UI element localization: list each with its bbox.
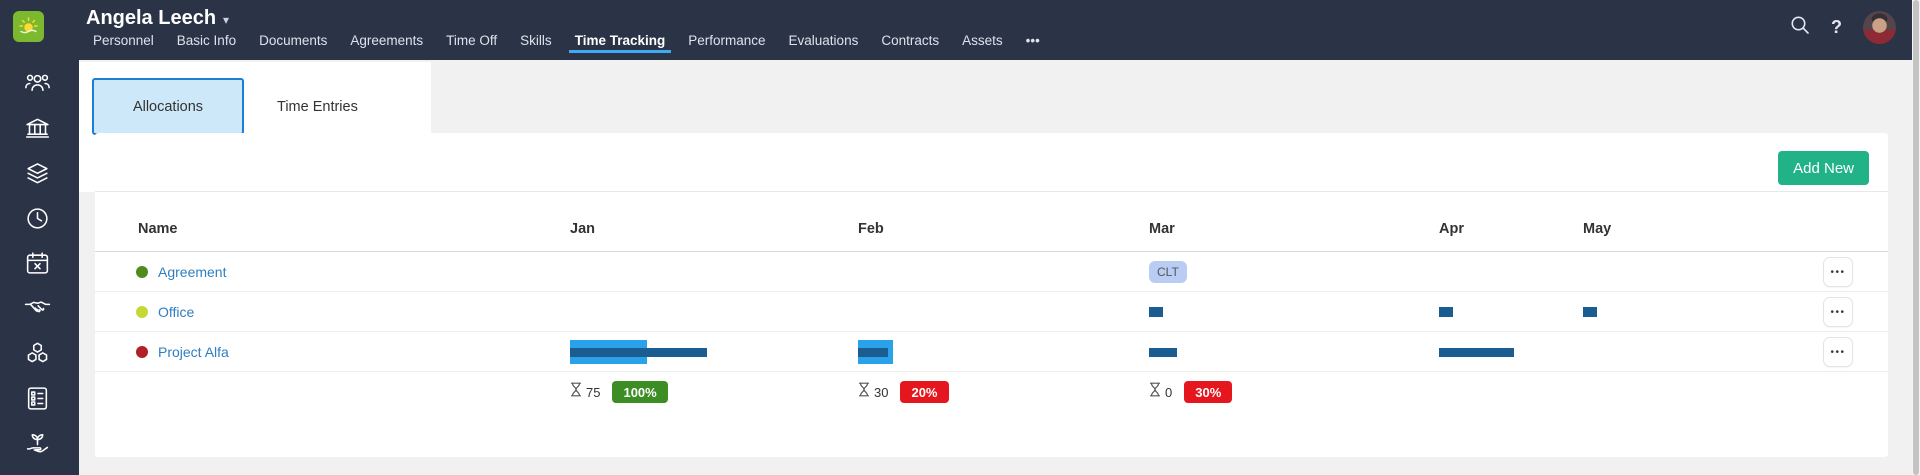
nav-item-assets[interactable]: Assets <box>956 31 1009 53</box>
nav-item-agreements[interactable]: Agreements <box>344 31 429 53</box>
row-name-link[interactable]: Agreement <box>158 264 226 280</box>
card-toolbar: Add New <box>95 133 1888 192</box>
checklist-icon[interactable] <box>24 385 51 412</box>
nav-item-evaluations[interactable]: Evaluations <box>783 31 865 53</box>
row-actions-button[interactable]: ••• <box>1823 337 1853 367</box>
hourglass-icon <box>570 382 582 402</box>
tab-time-entries[interactable]: Time Entries <box>265 78 370 135</box>
summary-feb: 30 20% <box>858 381 949 403</box>
header-icons: ? <box>1790 11 1896 44</box>
help-icon[interactable]: ? <box>1831 17 1842 38</box>
nav-item-documents[interactable]: Documents <box>253 31 333 53</box>
seedling-hand-icon[interactable] <box>24 430 51 457</box>
nav-item-performance[interactable]: Performance <box>682 31 771 53</box>
column-header-jan: Jan <box>570 221 595 237</box>
clock-icon[interactable] <box>24 205 51 232</box>
nav-item-more[interactable]: ••• <box>1020 31 1046 53</box>
summary-hours: 75 <box>586 385 600 400</box>
row-name-link[interactable]: Office <box>158 304 194 320</box>
hourglass-icon <box>858 382 870 402</box>
summary-row: 75 100% 30 20% 0 30% <box>95 372 1888 412</box>
summary-percent-badge: 30% <box>1184 381 1232 403</box>
summary-hours: 0 <box>1165 385 1172 400</box>
column-header-mar: Mar <box>1149 221 1175 237</box>
row-actions-button[interactable]: ••• <box>1823 297 1853 327</box>
allocation-bar-feb[interactable] <box>858 348 888 357</box>
allocation-bar-mar[interactable] <box>1149 348 1177 357</box>
page-scrollbar[interactable] <box>1912 0 1920 475</box>
nav-item-personnel[interactable]: Personnel <box>87 31 160 53</box>
column-header-name: Name <box>138 221 178 237</box>
allocation-bar-apr[interactable] <box>1439 348 1514 357</box>
cubes-icon[interactable] <box>24 340 51 367</box>
allocations-card: Add New Name Jan Feb Mar Apr May Agreement CL… <box>95 133 1888 457</box>
chevron-down-icon: ▾ <box>223 13 229 27</box>
app-root: Angela Leech ▾ Personnel Basic Info Docume… <box>0 0 1920 475</box>
table-body: Agreement CLT ••• Office ••• Project Alfa ••• <box>95 252 1888 372</box>
hourglass-icon <box>1149 382 1161 402</box>
status-dot <box>136 266 148 278</box>
column-header-apr: Apr <box>1439 221 1464 237</box>
top-header: Angela Leech ▾ Personnel Basic Info Docume… <box>79 0 1912 60</box>
nav-item-time-tracking[interactable]: Time Tracking <box>569 31 672 53</box>
employee-name-dropdown[interactable]: Angela Leech ▾ <box>86 7 229 30</box>
main-nav: Personnel Basic Info Documents Agreements Ti… <box>87 31 1046 53</box>
allocation-bar-mar[interactable] <box>1149 307 1163 317</box>
summary-percent-badge: 20% <box>900 381 948 403</box>
people-icon[interactable] <box>24 70 51 97</box>
calendar-x-icon[interactable] <box>24 250 51 277</box>
column-header-may: May <box>1583 221 1611 237</box>
row-actions-button[interactable]: ••• <box>1823 257 1853 287</box>
summary-jan: 75 100% <box>570 381 668 403</box>
allocation-badge-clt[interactable]: CLT <box>1149 261 1187 283</box>
allocation-bar-jan[interactable] <box>570 348 707 357</box>
add-new-button[interactable]: Add New <box>1778 151 1869 185</box>
nav-item-basic-info[interactable]: Basic Info <box>171 31 242 53</box>
nav-item-contracts[interactable]: Contracts <box>875 31 945 53</box>
status-dot <box>136 346 148 358</box>
nav-item-time-off[interactable]: Time Off <box>440 31 503 53</box>
table-row-office: Office ••• <box>95 292 1888 332</box>
left-sidebar <box>0 0 79 475</box>
table-row-agreement: Agreement CLT ••• <box>95 252 1888 292</box>
column-header-feb: Feb <box>858 221 884 237</box>
employee-name: Angela Leech <box>86 7 216 30</box>
table-header-row: Name Jan Feb Mar Apr May <box>95 192 1888 252</box>
bank-icon[interactable] <box>24 115 51 142</box>
layers-icon[interactable] <box>24 160 51 187</box>
allocation-bar-apr[interactable] <box>1439 307 1453 317</box>
summary-hours: 30 <box>874 385 888 400</box>
status-dot <box>136 306 148 318</box>
handshake-icon[interactable] <box>24 295 51 322</box>
row-name-link[interactable]: Project Alfa <box>158 344 229 360</box>
avatar[interactable] <box>1863 11 1896 44</box>
tab-allocations[interactable]: Allocations <box>92 78 244 135</box>
scrollbar-thumb[interactable] <box>1913 0 1919 475</box>
summary-percent-badge: 100% <box>612 381 667 403</box>
summary-mar: 0 30% <box>1149 381 1232 403</box>
nav-item-skills[interactable]: Skills <box>514 31 558 53</box>
allocation-bar-may[interactable] <box>1583 307 1597 317</box>
table-row-project-alfa: Project Alfa ••• <box>95 332 1888 372</box>
app-logo[interactable] <box>13 11 44 42</box>
search-icon[interactable] <box>1790 15 1810 40</box>
